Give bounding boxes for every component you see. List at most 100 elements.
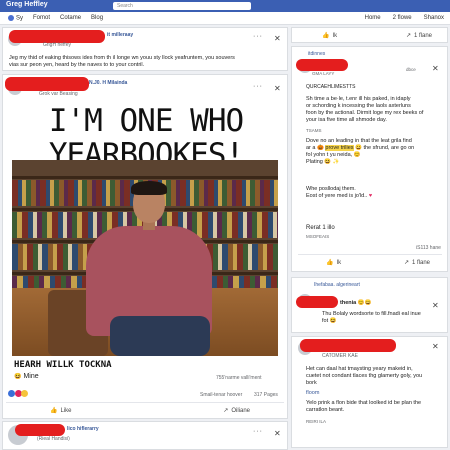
more-options-icon[interactable]: ··· — [253, 33, 263, 40]
share-button[interactable]: ↗ 1 flane — [405, 32, 432, 40]
post-body: Jeg my thid of eaking thisows ides from … — [9, 55, 235, 68]
nav-item-blog[interactable]: Blog — [91, 15, 103, 21]
redacted-name — [15, 424, 65, 436]
brand-name[interactable]: Greg Heffley — [6, 1, 48, 8]
more-options-icon[interactable]: ··· — [253, 83, 263, 90]
like-reaction-icon — [8, 390, 15, 397]
footer-label[interactable]: REIRI ILA — [306, 419, 326, 424]
close-icon[interactable]: ✕ — [432, 302, 439, 310]
nav-item-flowe[interactable]: 2 flowe — [393, 15, 412, 21]
divider — [298, 254, 442, 255]
highlight-text[interactable]: prove trilies — [325, 145, 354, 151]
thumbs-up-icon: 👍 — [50, 408, 58, 414]
share-button[interactable]: ↗ Oiliane — [223, 407, 250, 415]
post-subtitle: CATOMER KAE — [322, 353, 358, 359]
nav-item-cotame[interactable]: Cotame — [60, 15, 81, 21]
author-name-suffix[interactable]: N.J0. H Milainda — [89, 80, 127, 86]
post-line-mixed: fol yohn t yu neida, 😊 — [306, 152, 361, 158]
footer-sub: MSOFEAIS — [306, 234, 330, 239]
smile-emoji-icon: 😊 — [353, 152, 361, 158]
share-icon: ↗ — [403, 260, 409, 266]
author-name-suffix[interactable]: it milleraay — [107, 32, 133, 38]
reaction-icons — [8, 390, 29, 398]
reaction-stats-right[interactable]: 317 Pages — [254, 392, 278, 398]
post-time: dbce — [406, 67, 416, 72]
footer-right[interactable]: iS113 hane — [416, 245, 441, 251]
post-subtitle: Grok var Beasing — [39, 91, 78, 97]
search-input[interactable]: Search — [113, 2, 251, 10]
post-line: Sh time a be·le, t.enr ill his paked, in… — [306, 96, 411, 102]
like-button[interactable]: 👍 Like — [50, 407, 72, 415]
post-line: or schording k incessing the laols axter… — [306, 103, 411, 109]
laugh-emoji-icon: 😆 — [324, 159, 332, 165]
post-line: Yelo prink a flon bide that loolked id b… — [306, 400, 422, 406]
grin-emoji-icon: 😄 — [364, 300, 372, 306]
haha-reaction-icon — [21, 390, 29, 397]
reaction-row: 😆 Mine — [14, 373, 39, 380]
post-line-mixed: ar a 🎃 prove trilies 😄 the sfrund, are g… — [306, 145, 415, 151]
post-actions: 👍 Ik ↗ 1 flane — [326, 259, 430, 267]
nav-item-sy[interactable]: Sy — [8, 15, 23, 22]
person-pants — [110, 316, 210, 356]
post-line: Het can daal hat tmaysting yeary makeid … — [306, 366, 413, 372]
right-post-card-1: itdinnes GMA LAYY dbce ✕ QURCAEHLIMESTTS… — [291, 46, 448, 272]
post-line: your isa five time all shmode day. — [306, 117, 387, 123]
post-actions: 👍 Like ↗ Oiliane — [50, 407, 250, 415]
nav-item-home[interactable]: Home — [365, 15, 381, 21]
meme-caption: HEARH WILLK TOCKNA — [14, 360, 112, 370]
post-line: Whe posllodaj them. — [306, 186, 356, 192]
nav-item-shanox[interactable]: Shanox — [424, 15, 444, 21]
post-line: fot 😆 — [322, 318, 337, 324]
laugh-emoji-icon: 😆 — [329, 318, 337, 324]
right-post-card-3: ✕ CATOMER KAE Het can daal hat tmaysting… — [291, 336, 448, 448]
close-icon[interactable]: ✕ — [432, 343, 439, 351]
pumpkin-emoji-icon: 🎃 — [317, 145, 324, 151]
like-button[interactable]: 👍 Ik — [326, 259, 341, 267]
post-line: bork — [306, 380, 317, 386]
post-line: cuetet not condant tlaces thg glamerty g… — [306, 373, 423, 379]
thumbs-up-icon: 👍 — [326, 260, 334, 266]
share-button[interactable]: ↗ 1 flane — [403, 259, 430, 267]
post-card-3: lico hiflerarry (Rieal Handisi) ··· ✕ — [2, 421, 288, 450]
share-icon: ↗ — [405, 33, 411, 39]
top-bar: Greg Heffley Search — [0, 0, 450, 12]
laugh-emoji-icon: 😆 — [14, 374, 22, 380]
close-icon[interactable]: ✕ — [274, 35, 281, 43]
globe-icon — [8, 15, 14, 21]
post-subtitle: (Rieal Handisi) — [37, 436, 70, 442]
thumbs-up-icon: 👍 — [322, 33, 330, 39]
redacted-name — [296, 296, 338, 308]
nav-bar: Sy Fomot Cotame Blog Home 2 flowe Shanox — [0, 12, 450, 25]
group-header[interactable]: Ihefabaa. algerineart — [314, 282, 360, 288]
shelf — [12, 176, 278, 179]
post-line: carratlon beant. — [306, 407, 345, 413]
like-button[interactable]: 👍 Ik — [322, 32, 337, 40]
reaction-stats-left[interactable]: Smail-tenar hoover — [200, 392, 242, 398]
nav-item-fomot[interactable]: Fomot — [33, 15, 50, 21]
post-line: Thu Bolaly wordsorte to fill.fnadi eal i… — [322, 311, 421, 317]
post-card-1: it milleraay GrigH heffey ··· ✕ Jeg my t… — [2, 27, 288, 71]
share-icon: ↗ — [223, 408, 229, 414]
author-line: GMA LAYY — [312, 71, 335, 76]
grin-emoji-icon: 😄 — [355, 145, 362, 151]
group-header[interactable]: itdinnes — [308, 51, 325, 57]
right-top-actions: 👍 Ik ↗ 1 flane — [291, 27, 448, 43]
more-options-icon[interactable]: ··· — [253, 428, 263, 435]
redacted-name — [300, 339, 396, 352]
post-tag[interactable]: floom — [306, 390, 319, 397]
close-icon[interactable]: ✕ — [432, 65, 439, 73]
footer-left[interactable]: Rerat 1 illo — [306, 225, 335, 232]
post-line: Dove no an leading in that the leat gril… — [306, 138, 412, 144]
sparkle-icon: ✨ — [332, 159, 340, 165]
close-icon[interactable]: ✕ — [274, 85, 281, 93]
post-line: foon by the actional. Dirmit loge my rex… — [306, 110, 424, 116]
post-subtitle: QURCAEHLIMESTTS — [306, 84, 356, 90]
author-line: thenia 😊😄 — [340, 300, 372, 306]
person-hair — [131, 181, 167, 195]
author-name-suffix[interactable]: lico hiflerarry — [67, 426, 99, 432]
redacted-name — [296, 59, 348, 71]
post-line-mixed: Plating 😆 ✨ — [306, 159, 340, 165]
divider — [6, 402, 284, 403]
close-icon[interactable]: ✕ — [274, 430, 281, 438]
post-line-mixed: Eost of yere med is jo'ld.. ♥ — [306, 193, 373, 199]
